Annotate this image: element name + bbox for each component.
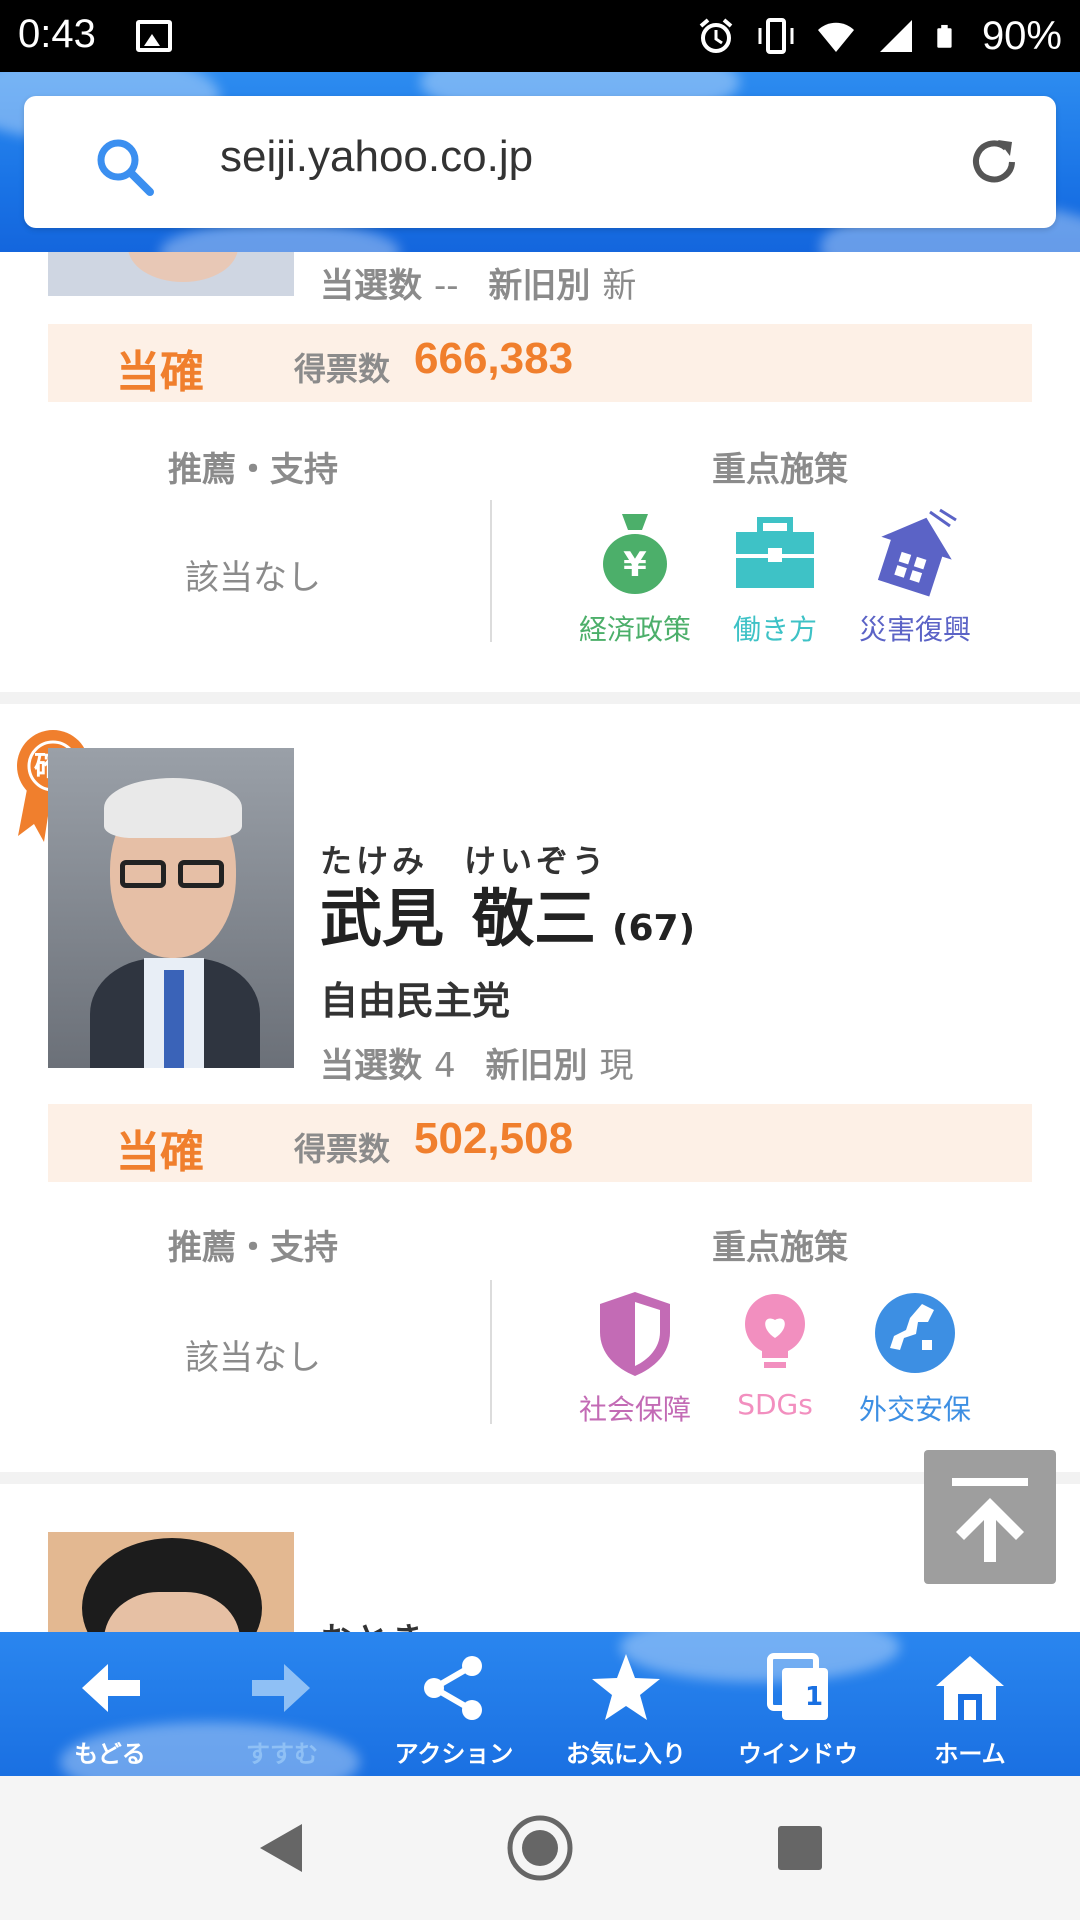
star-icon bbox=[592, 1654, 660, 1720]
candidate-photo bbox=[48, 1532, 294, 1632]
name-furigana: おとき... bbox=[320, 1614, 476, 1632]
reload-icon[interactable] bbox=[966, 134, 1022, 190]
votes-count: 666,383 bbox=[414, 334, 574, 383]
browser-header: seiji.yahoo.co.jp bbox=[0, 72, 1080, 252]
home-button[interactable]: ホーム bbox=[884, 1632, 1056, 1776]
nav-home-icon[interactable] bbox=[505, 1813, 575, 1883]
share-icon bbox=[424, 1656, 482, 1720]
shield-icon bbox=[600, 1292, 670, 1376]
results-list: 当選数 -- 新旧別新 当確 得票数 666,383 推薦・支持 該当なし 重点施… bbox=[0, 252, 1080, 1632]
candidate-age: (67) bbox=[612, 908, 696, 949]
toolbar-label: ウインドウ bbox=[738, 1740, 858, 1768]
status-bar: 0:43 90% bbox=[0, 0, 1080, 72]
wifi-icon bbox=[817, 22, 854, 52]
policy-item[interactable]: 災害復興 bbox=[840, 508, 990, 648]
window-button[interactable]: 1 ウインドウ bbox=[712, 1632, 884, 1776]
back-button[interactable]: もどる bbox=[24, 1632, 196, 1776]
status-time: 0:43 bbox=[18, 12, 96, 56]
forward-button[interactable]: すすむ bbox=[196, 1632, 368, 1776]
nav-recents-icon[interactable] bbox=[770, 1818, 830, 1878]
toolbar-label: アクション bbox=[394, 1740, 514, 1768]
window-count-badge: 1 bbox=[805, 1682, 824, 1712]
policy-label: 外交安保 bbox=[858, 1393, 971, 1426]
briefcase-icon bbox=[736, 517, 814, 588]
action-button[interactable]: アクション bbox=[368, 1632, 540, 1776]
candidate-name[interactable]: 武見 敬三 (67) bbox=[320, 868, 695, 958]
alarm-icon bbox=[699, 18, 733, 53]
policy-label: 経済政策 bbox=[578, 613, 691, 646]
toolbar-label: すすむ bbox=[246, 1740, 318, 1768]
support-value: 該当なし bbox=[185, 1338, 321, 1378]
policy-item[interactable]: 働き方 bbox=[700, 508, 850, 648]
support-value: 該当なし bbox=[185, 558, 321, 598]
browser-toolbar: もどる すすむ アクション お気に入り 1 ウインドウ ホーム bbox=[0, 1632, 1080, 1776]
scroll-to-top-button[interactable] bbox=[924, 1450, 1056, 1584]
system-navigation-bar bbox=[0, 1776, 1080, 1920]
url-text[interactable]: seiji.yahoo.co.jp bbox=[220, 132, 533, 182]
policy-label: 災害復興 bbox=[858, 613, 971, 646]
divider bbox=[490, 500, 492, 642]
party-name: 自由民主党 bbox=[320, 979, 511, 1023]
policy-title: 重点施策 bbox=[712, 450, 848, 490]
window-icon bbox=[767, 1653, 828, 1720]
support-title: 推薦・支持 bbox=[168, 1228, 338, 1268]
result-bar: 当確 得票数 502,508 bbox=[48, 1104, 1032, 1182]
arrow-left-icon bbox=[82, 1664, 140, 1712]
candidate-photo bbox=[48, 748, 294, 1068]
result-status: 当確 bbox=[116, 347, 204, 398]
nav-back-icon[interactable] bbox=[250, 1818, 310, 1878]
toolbar-label: ホーム bbox=[934, 1740, 1006, 1768]
section-separator bbox=[0, 692, 1080, 704]
policy-label: 社会保障 bbox=[578, 1393, 691, 1426]
support-title: 推薦・支持 bbox=[168, 450, 338, 490]
result-bar: 当確 得票数 666,383 bbox=[48, 324, 1032, 402]
search-icon[interactable] bbox=[92, 134, 156, 198]
policy-item[interactable]: SDGs bbox=[700, 1288, 850, 1421]
svg-text:¥: ¥ bbox=[623, 545, 647, 585]
votes-label: 得票数 bbox=[294, 350, 391, 388]
toolbar-label: もどる bbox=[74, 1740, 146, 1768]
votes-label: 得票数 bbox=[294, 1130, 391, 1168]
policy-item[interactable]: 社会保障 bbox=[560, 1288, 710, 1428]
section-separator bbox=[0, 1472, 1080, 1484]
candidate-meta: 当選数 4 新旧別現 bbox=[320, 1046, 634, 1086]
policy-item[interactable]: 外交安保 bbox=[840, 1288, 990, 1428]
arrow-up-icon bbox=[952, 1478, 1028, 1562]
home-icon bbox=[936, 1656, 1004, 1720]
divider bbox=[490, 1280, 492, 1424]
lightbulb-heart-icon bbox=[745, 1294, 805, 1368]
battery-percent: 90% bbox=[981, 13, 1062, 58]
battery-icon bbox=[937, 24, 952, 48]
money-bag-icon: ¥ bbox=[603, 514, 667, 594]
votes-count: 502,508 bbox=[414, 1114, 574, 1163]
address-bar[interactable]: seiji.yahoo.co.jp bbox=[24, 96, 1056, 228]
policy-label: 働き方 bbox=[732, 613, 817, 646]
toolbar-label: お気に入り bbox=[566, 1740, 686, 1768]
favorites-button[interactable]: お気に入り bbox=[540, 1632, 712, 1776]
candidate-meta: 当選数 -- 新旧別新 bbox=[320, 266, 637, 306]
candidate-photo bbox=[48, 252, 294, 296]
house-disaster-icon bbox=[877, 508, 957, 597]
globe-icon bbox=[875, 1293, 955, 1373]
image-notification-icon bbox=[136, 20, 172, 52]
arrow-right-icon bbox=[252, 1664, 310, 1712]
vibrate-icon bbox=[758, 18, 794, 54]
policy-title: 重点施策 bbox=[712, 1228, 848, 1268]
signal-icon bbox=[879, 20, 912, 52]
result-status: 当確 bbox=[116, 1127, 204, 1178]
policy-item[interactable]: ¥ 経済政策 bbox=[560, 508, 710, 648]
policy-label: SDGs bbox=[737, 1388, 813, 1421]
